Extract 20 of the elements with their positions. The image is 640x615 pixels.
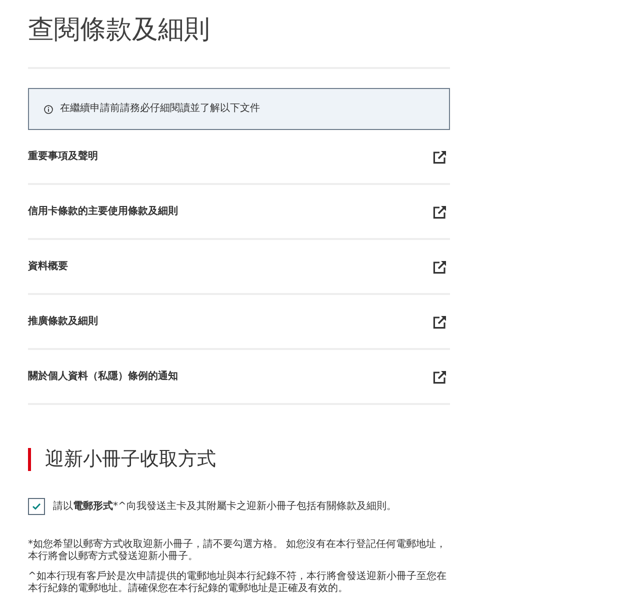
external-link-icon	[433, 260, 447, 274]
notice-text: 在繼續申請前請務必仔細閱讀並了解以下文件	[60, 102, 260, 116]
section-heading: 迎新小冊子收取方式	[45, 447, 216, 471]
document-link[interactable]: 關於個人資料（私隱）條例的通知	[28, 350, 450, 405]
external-link-icon	[433, 204, 447, 218]
email-option-label: 請以電郵形式*^向我發送主卡及其附屬卡之迎新小冊子包括有關條款及細則。	[53, 500, 396, 514]
external-link-icon	[433, 150, 447, 164]
external-link-icon	[433, 370, 447, 384]
footnote-text: *如您希望以郵寄方式收取迎新小冊子，請不要勾選方格。 如您沒有在本行登記任何電郵地址，本行將會以郵寄方式發送迎新小冊子。	[28, 539, 448, 563]
document-link[interactable]: 信用卡條款的主要使用條款及細則	[28, 185, 450, 240]
footnote-text: ^如本行現有客戶於是次申請提供的電郵地址與本行紀錄不符，本行將會發送迎新小冊子至您在本行紀錄的電郵地址。請確保您在本行紀錄的電郵地址是正確及有效的。	[28, 571, 448, 595]
check-icon	[32, 503, 41, 510]
page-title: 查閱條款及細則	[28, 14, 211, 47]
external-link-icon	[433, 314, 447, 328]
document-link[interactable]: 資料概要	[28, 240, 450, 295]
document-link[interactable]: 推廣條款及細則	[28, 295, 450, 350]
info-icon	[44, 104, 53, 114]
document-link[interactable]: 重要事項及聲明	[28, 130, 450, 185]
accent-bar	[28, 448, 31, 470]
email-checkbox[interactable]	[28, 498, 45, 515]
